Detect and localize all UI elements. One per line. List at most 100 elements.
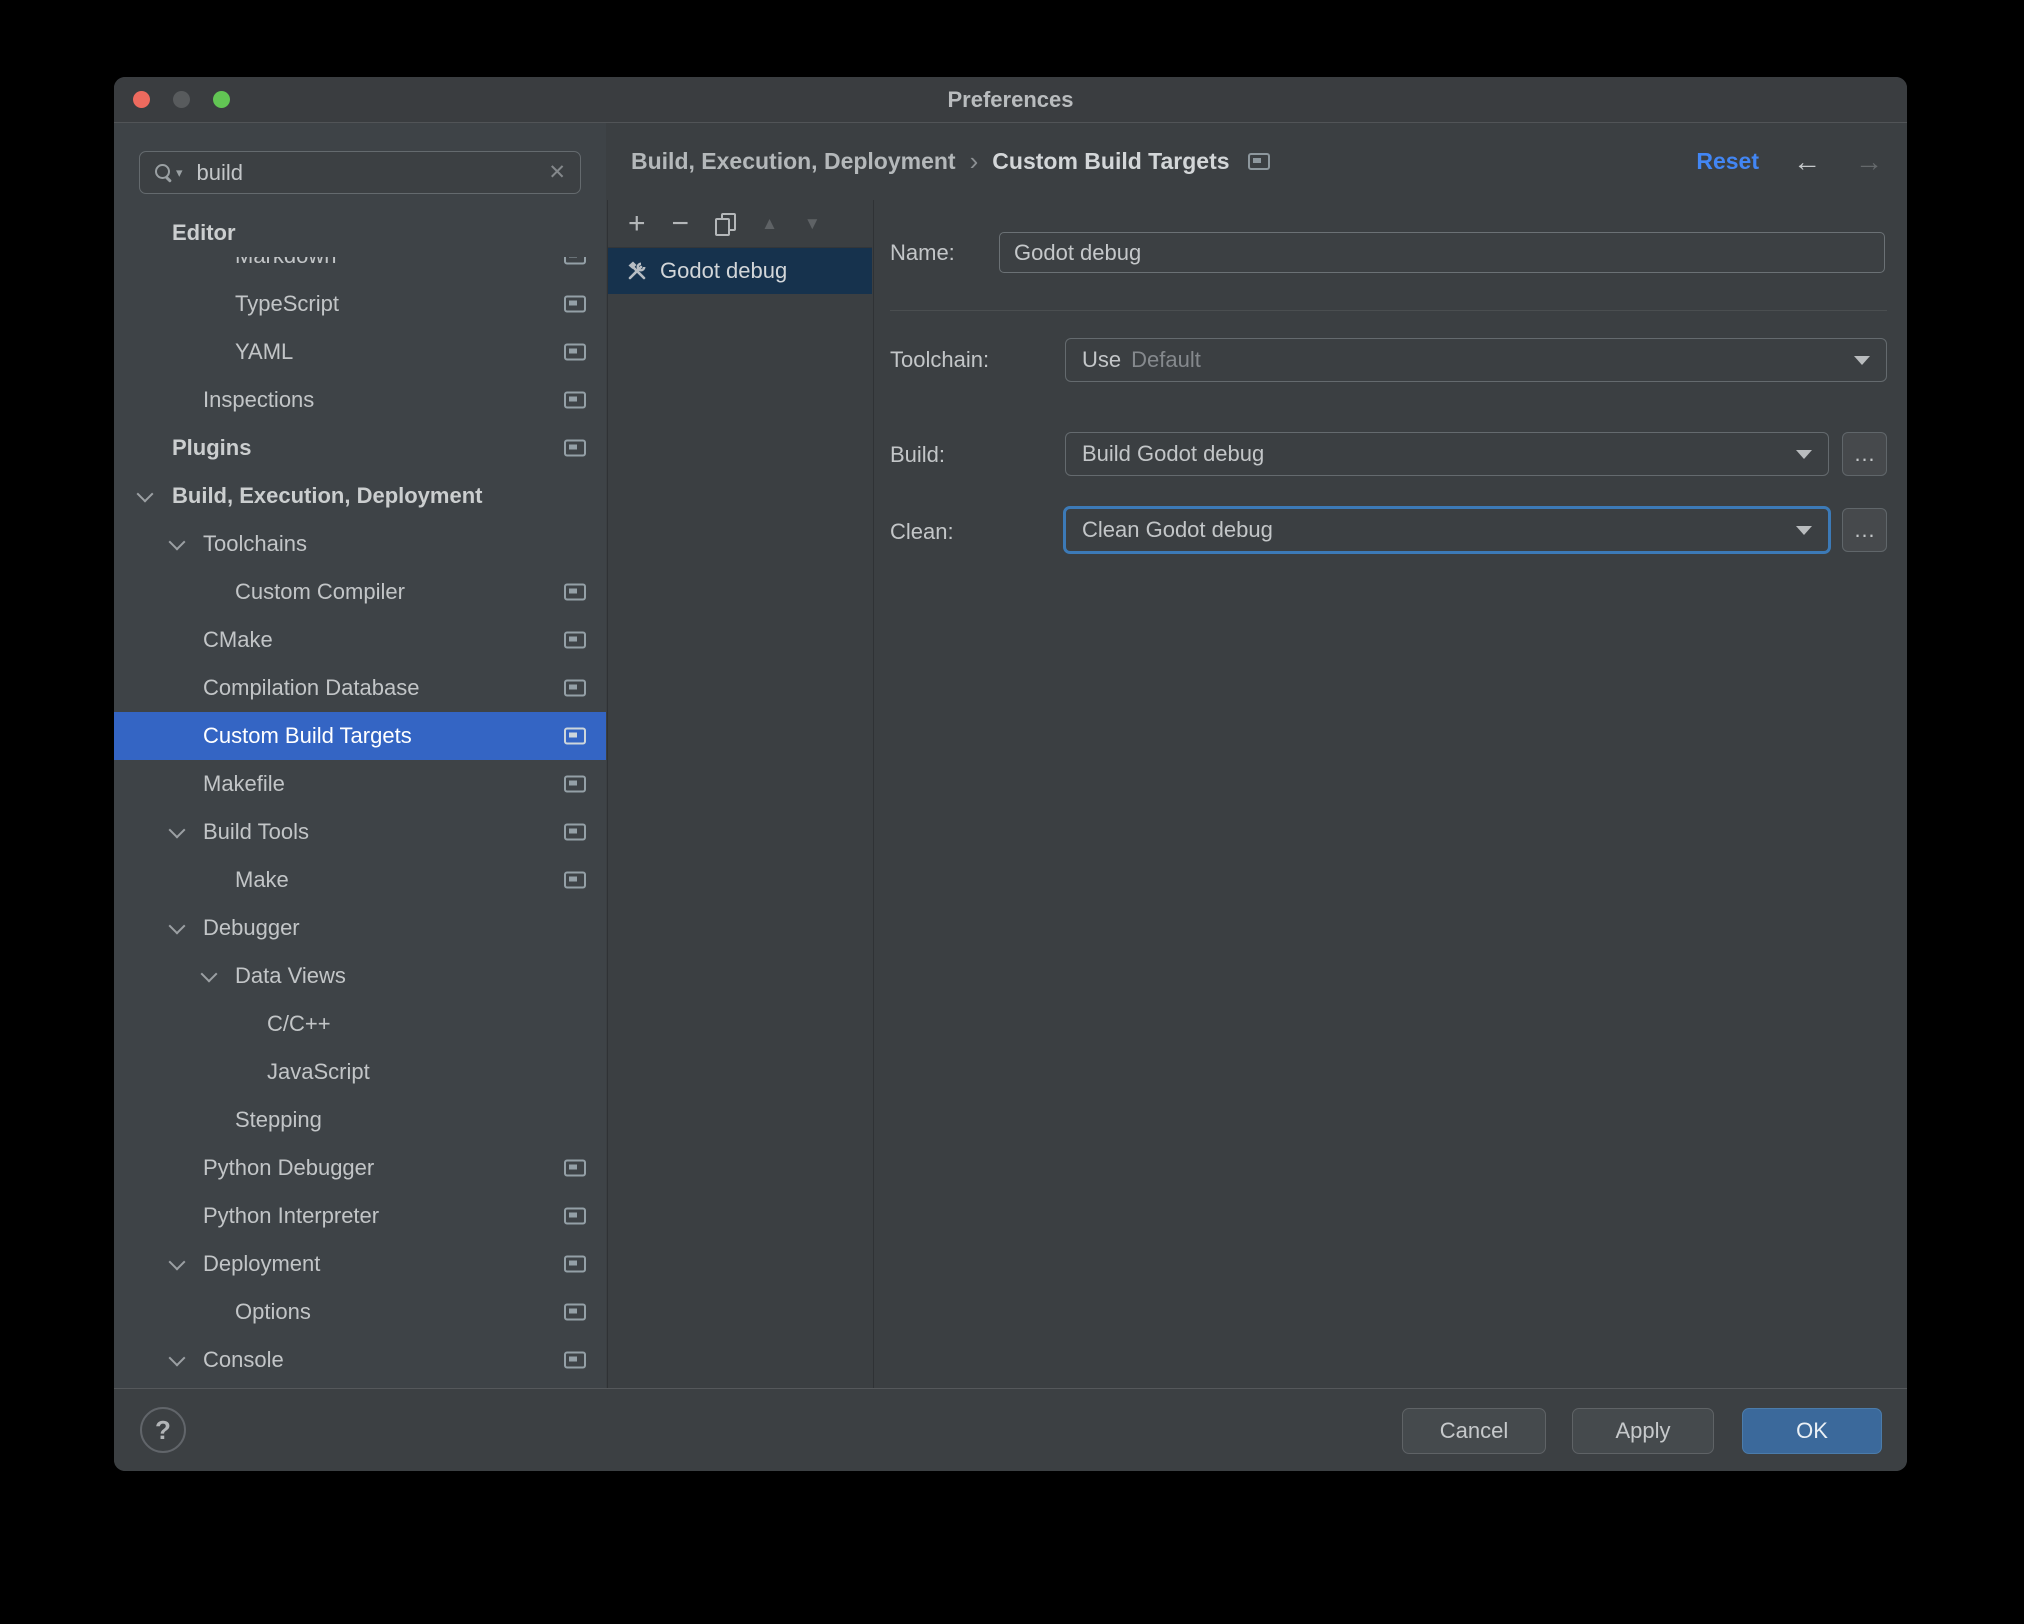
match-indicator-icon [564, 1303, 586, 1321]
chevron-down-icon[interactable] [136, 485, 154, 503]
reset-link[interactable]: Reset [1696, 148, 1759, 175]
sidebar-item-make[interactable]: Make [114, 856, 606, 904]
chevron-down-icon [1854, 355, 1870, 365]
sidebar-item-label: Custom Compiler [235, 579, 405, 604]
match-indicator-icon [564, 823, 586, 841]
target-item-godot-debug[interactable]: Godot debug [608, 248, 872, 294]
clean-value-text: Clean Godot debug [1082, 517, 1273, 542]
toolchain-label: Toolchain: [890, 347, 990, 372]
toolchain-use-text: Use [1082, 347, 1122, 372]
sidebar-item-custom-build-targets[interactable]: Custom Build Targets [114, 712, 606, 760]
sidebar-item-label: Python Debugger [203, 1155, 375, 1180]
target-item-label: Godot debug [660, 258, 788, 283]
sidebar-group-editor[interactable]: Editor [114, 209, 606, 257]
copy-target-icon[interactable] [715, 212, 737, 236]
sidebar-item-label: Console [203, 1347, 284, 1372]
sidebar-item-label: JavaScript [267, 1059, 370, 1084]
match-indicator-icon [564, 1351, 586, 1369]
sidebar-item-build-execution-deployment[interactable]: Build, Execution, Deployment [114, 472, 606, 520]
match-indicator-icon [564, 775, 586, 793]
match-indicator-icon [564, 1207, 586, 1225]
sidebar-item-javascript[interactable]: JavaScript [114, 1048, 606, 1096]
chevron-down-icon[interactable] [168, 1349, 186, 1367]
toolchain-value-text: Default [1131, 347, 1201, 372]
sidebar-item-label: Make [235, 867, 289, 892]
sidebar-item-python-debugger[interactable]: Python Debugger [114, 1144, 606, 1192]
name-input[interactable] [1000, 239, 1884, 266]
chevron-down-icon[interactable] [168, 533, 186, 551]
search-input[interactable] [194, 158, 549, 187]
sidebar-item-plugins[interactable]: Plugins [114, 424, 606, 472]
remove-target-button[interactable]: − [672, 208, 690, 239]
match-indicator-icon [564, 391, 586, 409]
sidebar-item-label: Data Views [235, 963, 346, 988]
target-settings-form: Name: Toolchain: Use Default Build: Buil… [873, 200, 1907, 1388]
breadcrumb-parent[interactable]: Build, Execution, Deployment [631, 148, 956, 175]
sidebar-item-label: Stepping [235, 1107, 322, 1132]
sidebar-item-toolchains[interactable]: Toolchains [114, 520, 606, 568]
build-browse-button[interactable]: … [1842, 432, 1887, 476]
name-field-wrap [999, 232, 1885, 273]
clean-browse-button[interactable]: … [1842, 508, 1887, 552]
breadcrumb-current: Custom Build Targets [992, 148, 1230, 174]
sidebar-item-inspections[interactable]: Inspections [114, 376, 606, 424]
targets-toolbar: + − ▲ ▼ [608, 200, 872, 248]
sidebar-item-makefile[interactable]: Makefile [114, 760, 606, 808]
match-indicator-icon [564, 1255, 586, 1273]
breadcrumb-separator: › [969, 146, 979, 176]
back-arrow-icon[interactable]: ← [1793, 146, 1821, 178]
sidebar-item-label: YAML [235, 339, 294, 364]
search-options-caret-icon[interactable]: ▾ [176, 165, 183, 181]
sidebar-item-label: Build Tools [203, 819, 309, 844]
chevron-down-icon[interactable] [168, 821, 186, 839]
sidebar-item-data-views[interactable]: Data Views [114, 952, 606, 1000]
sidebar-item-c-c[interactable]: C/C++ [114, 1000, 606, 1048]
sidebar-item-cmake[interactable]: CMake [114, 616, 606, 664]
sidebar-item-label: Python Interpreter [203, 1203, 380, 1228]
move-up-icon: ▲ [761, 213, 778, 233]
sidebar-item-typescript[interactable]: TypeScript [114, 280, 606, 328]
sidebar-item-yaml[interactable]: YAML [114, 328, 606, 376]
sidebar-item-debugger[interactable]: Debugger [114, 904, 606, 952]
match-indicator-icon [564, 871, 586, 889]
chevron-down-icon[interactable] [200, 965, 218, 983]
add-target-button[interactable]: + [628, 208, 646, 239]
forward-arrow-icon: → [1855, 145, 1883, 177]
sidebar-item-label: Compilation Database [203, 675, 420, 700]
sidebar-item-custom-compiler[interactable]: Custom Compiler [114, 568, 606, 616]
clean-select[interactable]: Clean Godot debug [1063, 506, 1831, 554]
search-icon [154, 163, 174, 183]
help-button[interactable]: ? [140, 1407, 186, 1453]
apply-button[interactable]: Apply [1572, 1408, 1714, 1454]
sidebar-item-deployment[interactable]: Deployment [114, 1240, 606, 1288]
sidebar-item-stepping[interactable]: Stepping [114, 1096, 606, 1144]
sidebar-item-python-interpreter[interactable]: Python Interpreter [114, 1192, 606, 1240]
sidebar-item-compilation-database[interactable]: Compilation Database [114, 664, 606, 712]
sidebar-item-label: Plugins [172, 435, 252, 460]
match-indicator-icon [564, 1159, 586, 1177]
sidebar-item-build-tools[interactable]: Build Tools [114, 808, 606, 856]
toolchain-select[interactable]: Use Default [1065, 338, 1887, 382]
settings-search-box[interactable]: ▾ ✕ [139, 151, 581, 194]
match-indicator-icon [1247, 153, 1270, 170]
cancel-button[interactable]: Cancel [1402, 1408, 1546, 1454]
sidebar-item-label: Debugger [203, 915, 300, 940]
match-indicator-icon [564, 631, 586, 649]
sidebar-item-label: Custom Build Targets [203, 723, 412, 748]
chevron-down-icon[interactable] [168, 917, 186, 935]
build-label: Build: [890, 442, 946, 467]
chevron-down-icon[interactable] [168, 1253, 186, 1271]
ok-button[interactable]: OK [1742, 1408, 1882, 1454]
breadcrumb-bar: Build, Execution, Deployment › Custom Bu… [607, 123, 1907, 200]
match-indicator-icon [564, 727, 586, 745]
match-indicator-icon [564, 583, 586, 601]
settings-tree: Editor MarkdownTypeScriptYAMLInspections… [114, 209, 606, 1389]
hammer-wrench-icon [628, 261, 646, 280]
clear-search-icon[interactable]: ✕ [548, 160, 566, 185]
titlebar: Preferences [114, 77, 1907, 123]
sidebar-item-options[interactable]: Options [114, 1288, 606, 1336]
chevron-down-icon [1796, 525, 1812, 535]
sidebar-item-console[interactable]: Console [114, 1336, 606, 1384]
sidebar-item-label: Inspections [203, 387, 315, 412]
build-select[interactable]: Build Godot debug [1065, 432, 1829, 476]
